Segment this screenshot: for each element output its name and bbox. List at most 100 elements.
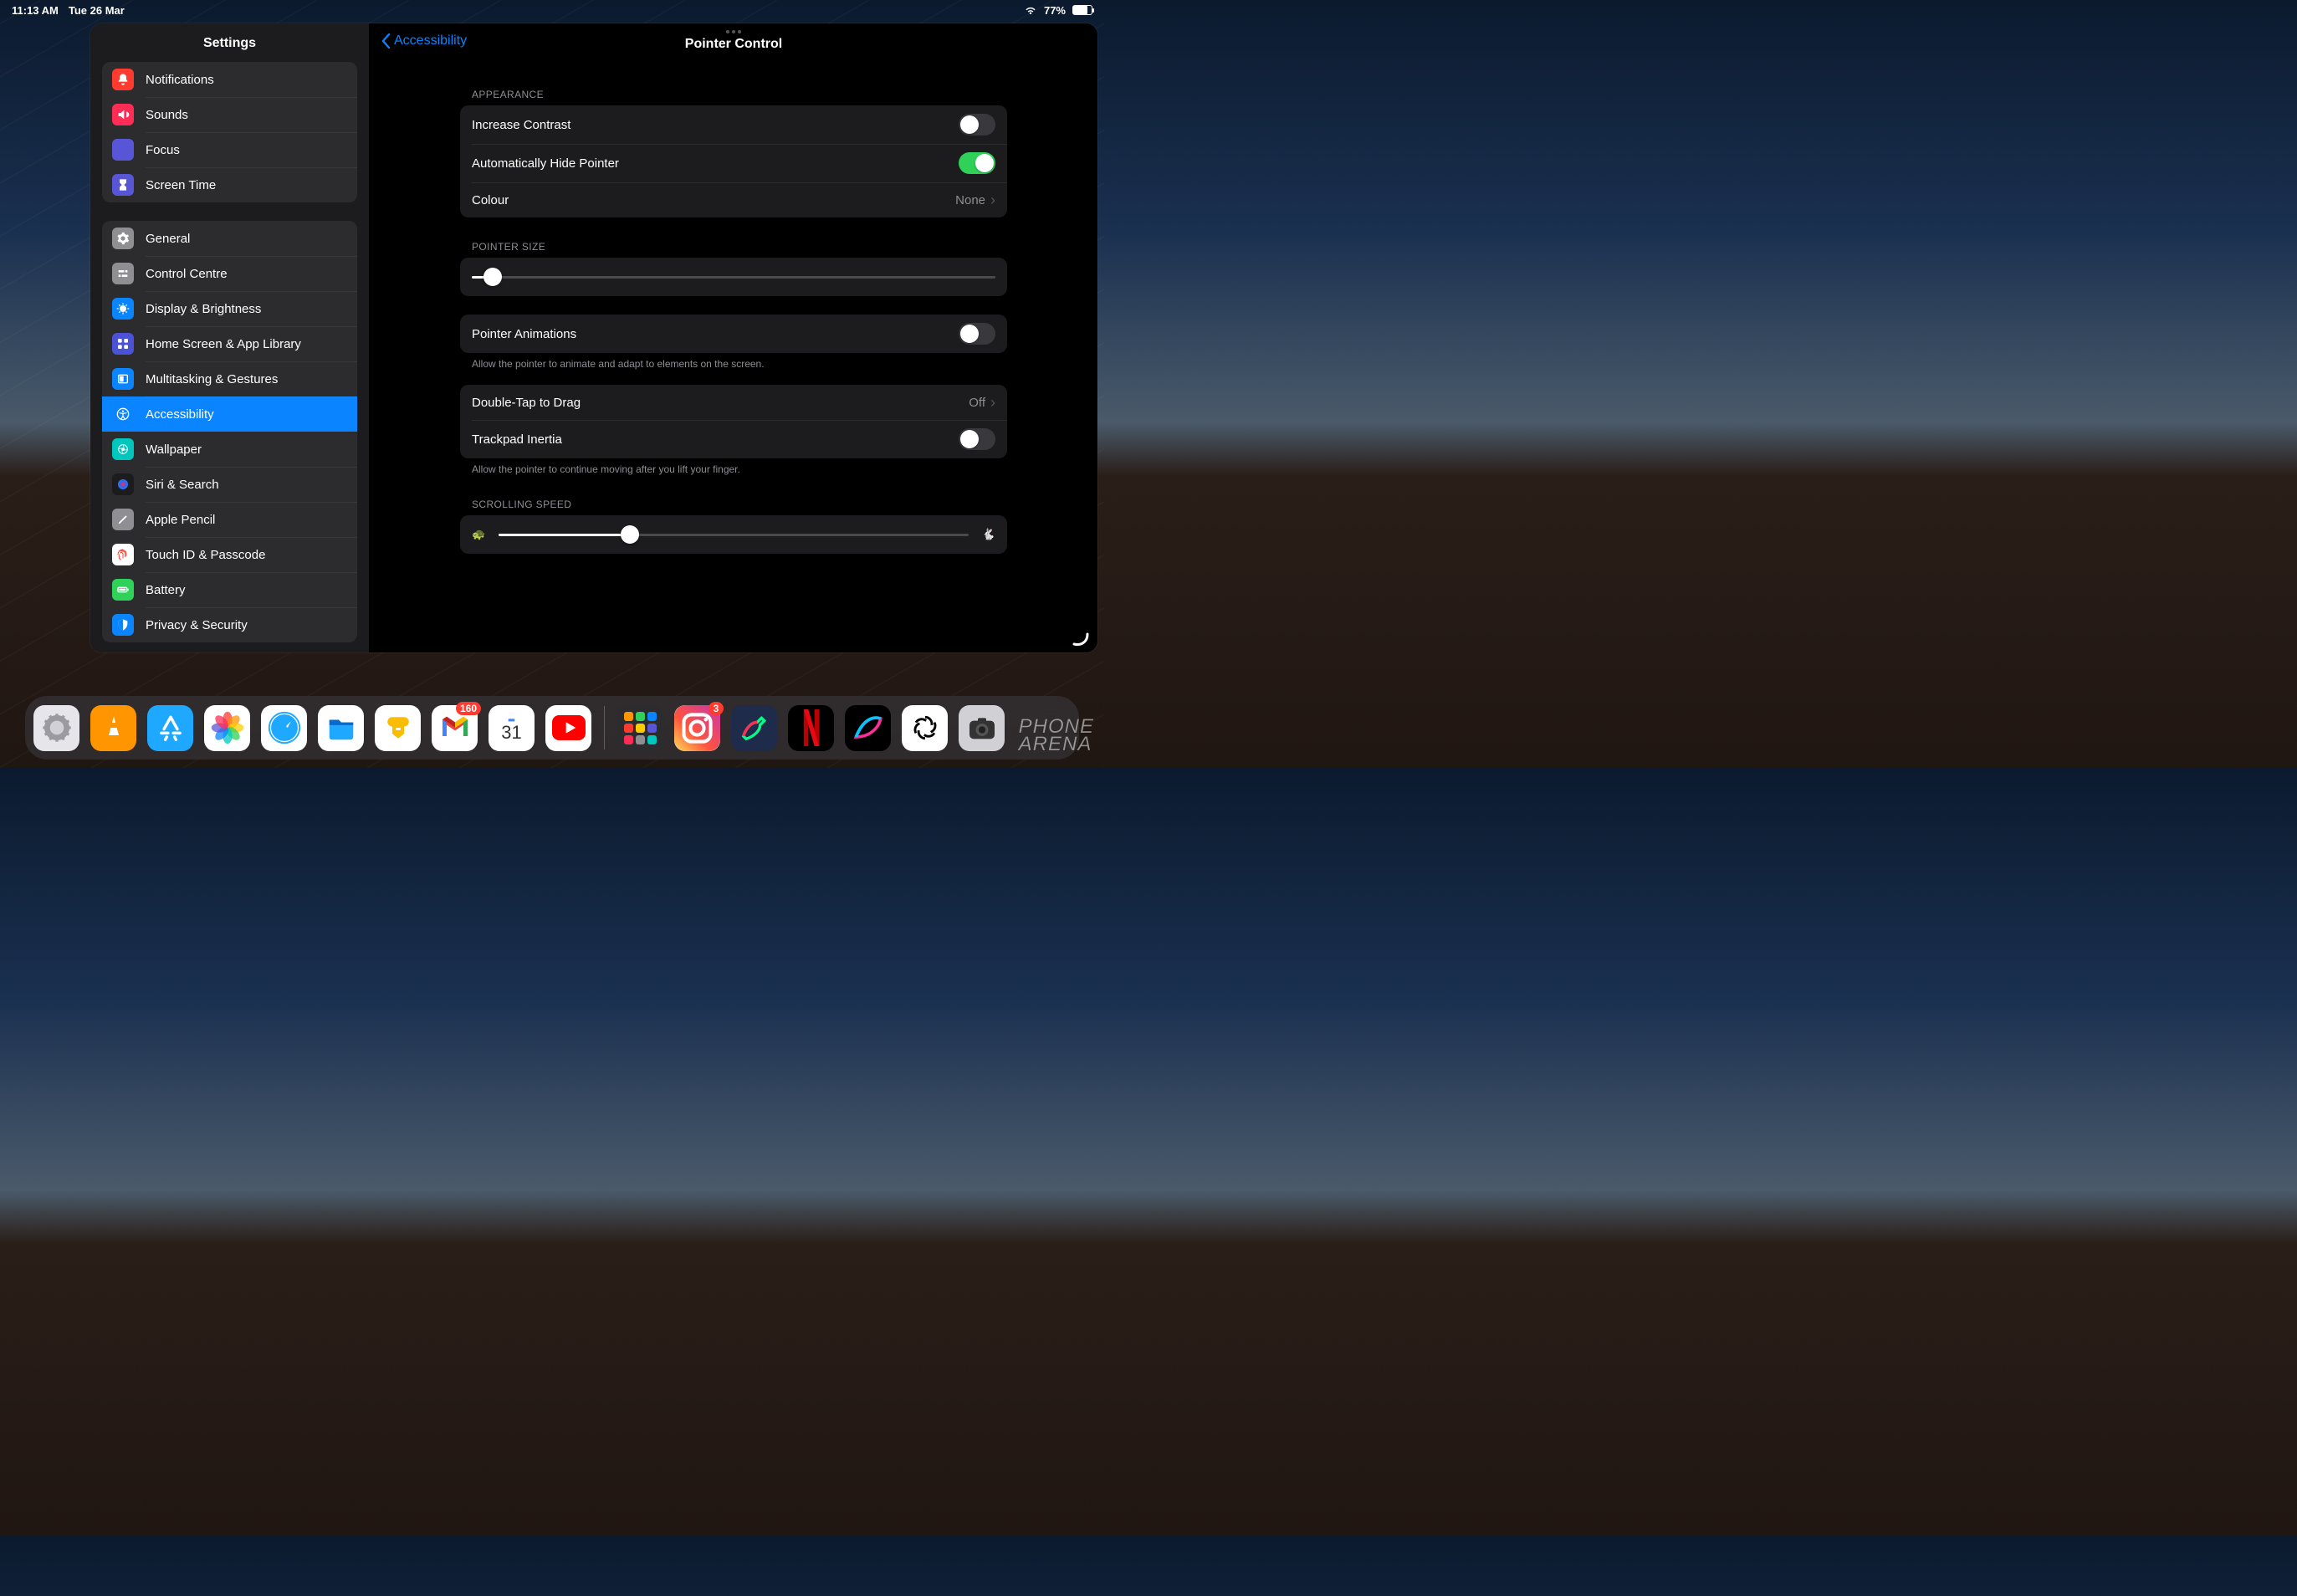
sidebar-group-1: NotificationsSounds Focus Screen Time <box>102 62 357 202</box>
battery-icon <box>1072 5 1092 15</box>
detail-pane: Accessibility Pointer Control APPEARANCE… <box>370 23 1097 652</box>
sidebar-item-sounds[interactable]: Sounds <box>102 97 357 132</box>
row-auto-hide[interactable]: Automatically Hide Pointer <box>460 144 1007 182</box>
home-screen-icon <box>112 333 134 355</box>
status-date: Tue 26 Mar <box>69 4 125 17</box>
row-scrolling-speed: 🐢 🐇 <box>460 515 1007 554</box>
label-colour: Colour <box>472 193 509 207</box>
sidebar-item-label: Multitasking & Gestures <box>146 372 278 386</box>
sounds-icon <box>112 104 134 125</box>
watermark: PHONE ARENA <box>1019 719 1094 753</box>
toggle-trackpad-inertia[interactable] <box>959 428 995 450</box>
dock-app-camera[interactable] <box>959 705 1005 751</box>
sidebar-item-display-brightness[interactable]: Display & Brightness <box>102 291 357 326</box>
dock-app-folder[interactable] <box>617 705 663 751</box>
row-colour[interactable]: Colour None › <box>460 182 1007 217</box>
slider-scrolling-speed[interactable] <box>499 527 969 542</box>
sidebar-item-home-screen[interactable]: Home Screen & App Library <box>102 326 357 361</box>
sidebar-item-general[interactable]: General <box>102 221 357 256</box>
dock-app-calendar[interactable]: ▂31 <box>489 705 535 751</box>
sidebar-item-label: Battery <box>146 583 186 597</box>
sidebar-item-screen-time[interactable]: Screen Time <box>102 167 357 202</box>
privacy-security-icon <box>112 614 134 636</box>
row-trackpad-inertia[interactable]: Trackpad Inertia <box>460 420 1007 458</box>
slider-thumb[interactable] <box>483 268 502 286</box>
sidebar-item-label: Siri & Search <box>146 478 219 492</box>
footer-pointer-animations: Allow the pointer to animate and adapt t… <box>460 353 1007 370</box>
dock-app-app-store[interactable] <box>147 705 193 751</box>
control-centre-icon <box>112 263 134 284</box>
dock-app-procreate[interactable] <box>845 705 891 751</box>
slider-pointer-size[interactable] <box>472 269 995 284</box>
section-header-appearance: APPEARANCE <box>460 65 1007 105</box>
label-auto-hide: Automatically Hide Pointer <box>472 156 619 171</box>
dock-app-youtube[interactable] <box>545 705 591 751</box>
hare-icon: 🐇 <box>982 528 995 541</box>
status-bar: 11:13 AM Tue 26 Mar 77% <box>0 0 1104 20</box>
toggle-pointer-animations[interactable] <box>959 323 995 345</box>
dock-app-safari[interactable] <box>261 705 307 751</box>
row-pointer-size <box>460 258 1007 296</box>
sidebar-item-label: Focus <box>146 143 180 157</box>
dock-app-gmail[interactable]: 160 <box>432 705 478 751</box>
row-increase-contrast[interactable]: Increase Contrast <box>460 105 1007 144</box>
section-header-pointer-size: POINTER SIZE <box>460 217 1007 258</box>
value-colour: None <box>955 193 985 207</box>
dock-app-freeform[interactable] <box>731 705 777 751</box>
sidebar-item-label: General <box>146 232 190 246</box>
sidebar-item-label: Home Screen & App Library <box>146 337 301 351</box>
sidebar-item-multitasking[interactable]: Multitasking & Gestures <box>102 361 357 396</box>
back-button[interactable]: Accessibility <box>381 33 467 49</box>
siri-search-icon <box>112 473 134 495</box>
value-double-tap: Off <box>969 396 985 410</box>
slider-thumb[interactable] <box>621 525 639 544</box>
sidebar-item-touch-id[interactable]: Touch ID & Passcode <box>102 537 357 572</box>
chevron-right-icon: › <box>990 192 995 209</box>
sidebar-item-focus[interactable]: Focus <box>102 132 357 167</box>
sidebar-item-accessibility[interactable]: Accessibility <box>102 396 357 432</box>
dock-app-files[interactable] <box>318 705 364 751</box>
page-title: Pointer Control <box>685 37 782 52</box>
row-pointer-animations[interactable]: Pointer Animations <box>460 315 1007 353</box>
apple-pencil-icon <box>112 509 134 530</box>
badge: 3 <box>709 702 724 715</box>
dock-app-photos[interactable] <box>204 705 250 751</box>
toggle-increase-contrast[interactable] <box>959 114 995 136</box>
chevron-right-icon: › <box>990 394 995 412</box>
sidebar-item-label: Accessibility <box>146 407 214 422</box>
dock-app-settings[interactable] <box>33 705 79 751</box>
sidebar-item-battery[interactable]: Battery <box>102 572 357 607</box>
sidebar-item-control-centre[interactable]: Control Centre <box>102 256 357 291</box>
wallpaper-icon <box>112 438 134 460</box>
wifi-icon <box>1024 5 1037 15</box>
sidebar-item-label: Display & Brightness <box>146 302 261 316</box>
dock-app-keep[interactable] <box>375 705 421 751</box>
label-trackpad-inertia: Trackpad Inertia <box>472 432 562 447</box>
battery-icon <box>112 579 134 601</box>
label-double-tap: Double-Tap to Drag <box>472 396 581 410</box>
badge: 160 <box>456 702 481 715</box>
sidebar-item-label: Apple Pencil <box>146 513 215 527</box>
label-pointer-animations: Pointer Animations <box>472 327 576 341</box>
sidebar-item-label: Control Centre <box>146 267 228 281</box>
page-curl-icon[interactable] <box>1071 627 1091 647</box>
settings-sidebar: Settings NotificationsSoundsFocusScreen … <box>90 23 370 652</box>
toggle-auto-hide[interactable] <box>959 152 995 174</box>
sidebar-item-apple-pencil[interactable]: Apple Pencil <box>102 502 357 537</box>
focus-icon <box>112 139 134 161</box>
sidebar-item-wallpaper[interactable]: Wallpaper <box>102 432 357 467</box>
touch-id-icon <box>112 544 134 565</box>
section-header-scrolling-speed: SCROLLING SPEED <box>460 475 1007 515</box>
dock-app-netflix[interactable] <box>788 705 834 751</box>
sidebar-item-privacy-security[interactable]: Privacy & Security <box>102 607 357 642</box>
dock-app-instagram[interactable]: 3 <box>674 705 720 751</box>
sidebar-item-siri-search[interactable]: Siri & Search <box>102 467 357 502</box>
dock-app-vlc[interactable] <box>90 705 136 751</box>
dock-separator <box>604 706 605 749</box>
sidebar-item-label: Touch ID & Passcode <box>146 548 265 562</box>
sidebar-item-notifications[interactable]: Notifications <box>102 62 357 97</box>
footer-trackpad-inertia: Allow the pointer to continue moving aft… <box>460 458 1007 475</box>
dock-app-chatgpt[interactable] <box>902 705 948 751</box>
row-double-tap[interactable]: Double-Tap to Drag Off › <box>460 385 1007 420</box>
tortoise-icon: 🐢 <box>472 528 485 541</box>
